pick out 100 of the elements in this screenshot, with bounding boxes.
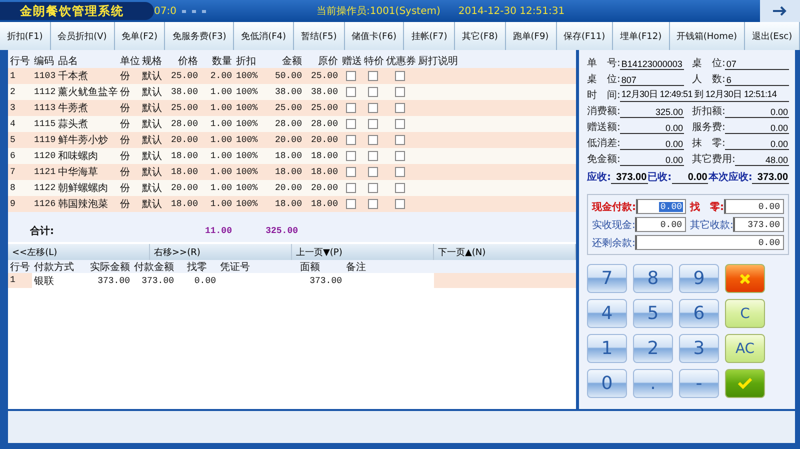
checkbox[interactable]: [395, 199, 405, 209]
table-cell-text: 28.00: [170, 119, 199, 129]
column-header: 规格: [141, 54, 163, 68]
checkbox[interactable]: [346, 135, 356, 145]
table-cell-text: 份: [119, 182, 131, 195]
checkbox[interactable]: [368, 71, 378, 81]
keypad-key[interactable]: 8: [633, 264, 673, 293]
checkbox[interactable]: [346, 103, 356, 113]
toolbar-button[interactable]: 保存(F11): [556, 22, 614, 50]
column-header: 面额: [299, 260, 321, 274]
checkbox[interactable]: [346, 71, 356, 81]
keypad-key[interactable]: AC: [725, 334, 765, 363]
ticker-text: 07:0: [154, 6, 176, 16]
column-header: 赠送: [341, 54, 362, 68]
cancel-button[interactable]: [725, 264, 765, 293]
confirm-button[interactable]: [725, 369, 765, 398]
column-header: 编码: [33, 54, 55, 68]
table-cell-text: 4: [9, 119, 16, 129]
table-cell-text: 8: [9, 183, 16, 193]
table-cell-text: 份: [119, 150, 131, 163]
field-label: 现金付款:: [592, 200, 636, 214]
keypad-key[interactable]: 0: [587, 369, 627, 398]
field-label: 其它收款:: [690, 218, 734, 232]
keypad-key[interactable]: C: [725, 299, 765, 328]
toolbar-button[interactable]: 折扣(F1): [0, 22, 51, 50]
field-value: 6: [725, 75, 789, 86]
toolbar-button[interactable]: 免服务费(F3): [165, 22, 234, 50]
table-cell-text: 蒜头煮: [57, 118, 89, 131]
checkbox[interactable]: [395, 71, 405, 81]
checkmark-icon: [738, 378, 752, 389]
table-cell-text: 100%: [235, 151, 259, 161]
checkbox[interactable]: [368, 119, 378, 129]
toolbar-button[interactable]: 退出(Esc): [744, 22, 800, 50]
checkbox[interactable]: [395, 87, 405, 97]
checkbox[interactable]: [368, 199, 378, 209]
checkbox[interactable]: [395, 119, 405, 129]
checkbox[interactable]: [346, 151, 356, 161]
toolbar-button[interactable]: 免单(F2): [114, 22, 166, 50]
toolbar-button[interactable]: 储值卡(F6): [344, 22, 404, 50]
checkbox[interactable]: [346, 87, 356, 97]
field-value: 0.00: [620, 155, 684, 166]
forward-button[interactable]: [760, 0, 800, 22]
keypad-key[interactable]: 2: [633, 334, 673, 363]
table-cell-text: 默认: [141, 198, 163, 211]
table-cell-text: 18.00: [170, 151, 199, 161]
payment-input[interactable]: 0.00: [724, 199, 784, 214]
table-cell-text: 28.00: [310, 119, 339, 129]
keypad-key[interactable]: 4: [587, 299, 627, 328]
checkbox[interactable]: [346, 199, 356, 209]
checkbox[interactable]: [368, 87, 378, 97]
field-value: 0.00: [620, 123, 684, 134]
table-cell-text: 0.00: [193, 276, 217, 286]
checkbox[interactable]: [395, 167, 405, 177]
keypad-key[interactable]: 5: [633, 299, 673, 328]
keypad-key[interactable]: 9: [679, 264, 719, 293]
column-header: 备注: [345, 260, 367, 274]
table-cell-text: 默认: [141, 150, 163, 163]
table-cell-text: 1115: [33, 119, 56, 129]
payment-input[interactable]: 0.00: [636, 199, 686, 214]
table-cell-text: 银联: [33, 274, 55, 288]
checkbox[interactable]: [368, 135, 378, 145]
table-cell-text: 1113: [33, 103, 56, 113]
checkbox[interactable]: [368, 103, 378, 113]
toolbar-button[interactable]: 埋单(F12): [613, 22, 670, 50]
field-label: 桌 位:: [587, 72, 620, 86]
payment-input[interactable]: 0.00: [635, 217, 686, 232]
checkbox[interactable]: [395, 151, 405, 161]
toolbar-button[interactable]: 会员折扣(V): [50, 22, 115, 50]
checkbox[interactable]: [346, 167, 356, 177]
checkbox[interactable]: [395, 183, 405, 193]
close-icon: [739, 272, 751, 284]
table-cell-text: 18.00: [310, 151, 339, 161]
toolbar-button[interactable]: 免低消(F4): [234, 22, 294, 50]
toolbar-button[interactable]: 跑单(F9): [506, 22, 557, 50]
app-title: 金朗餐饮管理系统: [0, 2, 154, 20]
toolbar-button[interactable]: 其它(F8): [455, 22, 506, 50]
checkbox[interactable]: [395, 103, 405, 113]
toolbar-button[interactable]: 挂帐(F7): [404, 22, 456, 50]
toolbar-button[interactable]: 暂结(F5): [294, 22, 345, 50]
keypad-key[interactable]: 6: [679, 299, 719, 328]
checkbox[interactable]: [368, 167, 378, 177]
checkbox[interactable]: [368, 151, 378, 161]
table-cell-text: 20.00: [274, 183, 303, 193]
checkbox[interactable]: [395, 135, 405, 145]
checkbox[interactable]: [346, 119, 356, 129]
column-header: 厨打说明: [417, 54, 459, 68]
column-header: 优惠券: [385, 54, 416, 68]
payment-input[interactable]: 0.00: [635, 235, 784, 250]
table-cell-text: 1.00: [209, 87, 233, 97]
checkbox[interactable]: [368, 183, 378, 193]
keypad-key[interactable]: 7: [587, 264, 627, 293]
column-header: 实际金额: [89, 260, 131, 274]
table-cell-text: 28.00: [274, 119, 303, 129]
payment-input[interactable]: 373.00: [733, 217, 784, 232]
field-value: 325.00: [620, 107, 684, 118]
table-cell: 1: [8, 273, 32, 288]
checkbox[interactable]: [346, 183, 356, 193]
field-value: 0.00: [620, 139, 684, 150]
keypad-key[interactable]: 3: [679, 334, 719, 363]
toolbar-button[interactable]: 开钱箱(Home): [670, 22, 745, 50]
